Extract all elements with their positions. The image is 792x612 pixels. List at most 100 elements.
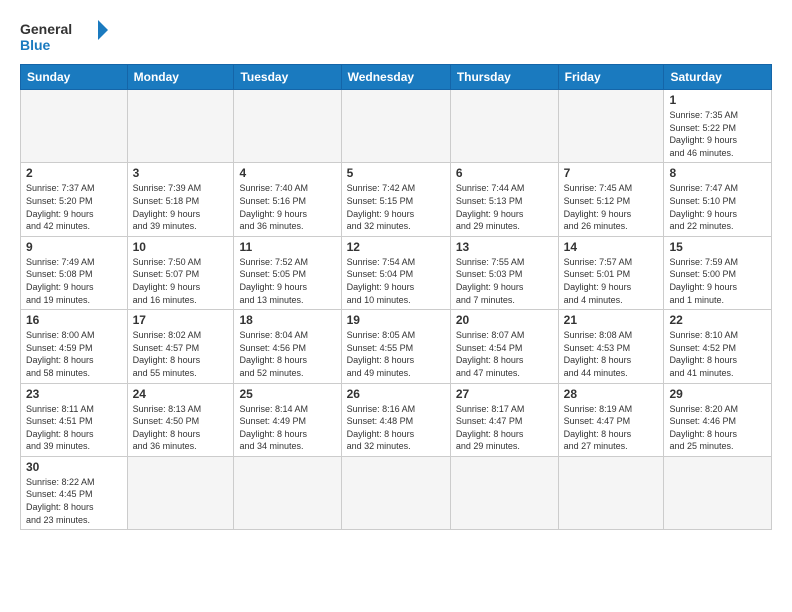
calendar-cell <box>664 456 772 529</box>
day-number: 25 <box>239 387 335 401</box>
calendar-cell: 13Sunrise: 7:55 AM Sunset: 5:03 PM Dayli… <box>450 236 558 309</box>
calendar-cell <box>558 456 664 529</box>
col-header-sunday: Sunday <box>21 65 128 90</box>
svg-text:General: General <box>20 21 72 37</box>
calendar-cell: 8 Sunrise: 7:47 AM Sunset: 5:10 PM Daylig… <box>664 163 772 236</box>
day-info: Sunrise: 8:16 AM Sunset: 4:48 PM Dayligh… <box>347 403 445 453</box>
calendar-cell <box>127 90 234 163</box>
calendar-cell: 9 Sunrise: 7:49 AM Sunset: 5:08 PM Daylig… <box>21 236 128 309</box>
day-info: Sunrise: 8:07 AM Sunset: 4:54 PM Dayligh… <box>456 329 553 379</box>
day-number: 13 <box>456 240 553 254</box>
day-info: Sunrise: 7:50 AM Sunset: 5:07 PM Dayligh… <box>133 256 229 306</box>
day-info: Sunrise: 7:35 AM Sunset: 5:22 PM Dayligh… <box>669 109 766 159</box>
calendar-cell <box>558 90 664 163</box>
day-number: 6 <box>456 166 553 180</box>
calendar-cell <box>341 90 450 163</box>
day-number: 2 <box>26 166 122 180</box>
day-info: Sunrise: 7:59 AM Sunset: 5:00 PM Dayligh… <box>669 256 766 306</box>
day-info: Sunrise: 7:45 AM Sunset: 5:12 PM Dayligh… <box>564 182 659 232</box>
calendar-cell: 22 Sunrise: 8:10 AM Sunset: 4:52 PM Dayli… <box>664 310 772 383</box>
calendar-cell: 4Sunrise: 7:40 AM Sunset: 5:16 PM Daylig… <box>234 163 341 236</box>
col-header-friday: Friday <box>558 65 664 90</box>
calendar-cell: 25 Sunrise: 8:14 AM Sunset: 4:49 PM Dayli… <box>234 383 341 456</box>
day-number: 12 <box>347 240 445 254</box>
day-number: 10 <box>133 240 229 254</box>
calendar-cell: 28Sunrise: 8:19 AM Sunset: 4:47 PM Dayli… <box>558 383 664 456</box>
logo-svg: General Blue <box>20 16 110 56</box>
day-number: 11 <box>239 240 335 254</box>
day-number: 7 <box>564 166 659 180</box>
day-info: Sunrise: 8:02 AM Sunset: 4:57 PM Dayligh… <box>133 329 229 379</box>
day-info: Sunrise: 7:54 AM Sunset: 5:04 PM Dayligh… <box>347 256 445 306</box>
col-header-tuesday: Tuesday <box>234 65 341 90</box>
col-header-wednesday: Wednesday <box>341 65 450 90</box>
calendar-cell: 16 Sunrise: 8:00 AM Sunset: 4:59 PM Dayli… <box>21 310 128 383</box>
col-header-saturday: Saturday <box>664 65 772 90</box>
calendar-cell <box>234 456 341 529</box>
svg-text:Blue: Blue <box>20 37 51 53</box>
day-number: 3 <box>133 166 229 180</box>
calendar-cell: 10 Sunrise: 7:50 AM Sunset: 5:07 PM Dayli… <box>127 236 234 309</box>
day-number: 8 <box>669 166 766 180</box>
calendar-cell: 23Sunrise: 8:11 AM Sunset: 4:51 PM Dayli… <box>21 383 128 456</box>
calendar-cell <box>21 90 128 163</box>
calendar-cell: 14 Sunrise: 7:57 AM Sunset: 5:01 PM Dayli… <box>558 236 664 309</box>
calendar-cell: 3Sunrise: 7:39 AM Sunset: 5:18 PM Daylig… <box>127 163 234 236</box>
day-info: Sunrise: 8:05 AM Sunset: 4:55 PM Dayligh… <box>347 329 445 379</box>
calendar-cell: 20 Sunrise: 8:07 AM Sunset: 4:54 PM Dayli… <box>450 310 558 383</box>
day-number: 21 <box>564 313 659 327</box>
calendar-cell: 6 Sunrise: 7:44 AM Sunset: 5:13 PM Daylig… <box>450 163 558 236</box>
day-number: 24 <box>133 387 229 401</box>
calendar-cell: 27Sunrise: 8:17 AM Sunset: 4:47 PM Dayli… <box>450 383 558 456</box>
day-info: Sunrise: 7:44 AM Sunset: 5:13 PM Dayligh… <box>456 182 553 232</box>
day-info: Sunrise: 8:08 AM Sunset: 4:53 PM Dayligh… <box>564 329 659 379</box>
calendar-cell: 11Sunrise: 7:52 AM Sunset: 5:05 PM Dayli… <box>234 236 341 309</box>
calendar-cell <box>234 90 341 163</box>
day-info: Sunrise: 8:14 AM Sunset: 4:49 PM Dayligh… <box>239 403 335 453</box>
day-number: 1 <box>669 93 766 107</box>
day-number: 9 <box>26 240 122 254</box>
day-number: 28 <box>564 387 659 401</box>
calendar-cell: 21 Sunrise: 8:08 AM Sunset: 4:53 PM Dayli… <box>558 310 664 383</box>
week-row-2: 9 Sunrise: 7:49 AM Sunset: 5:08 PM Daylig… <box>21 236 772 309</box>
calendar-header-row: SundayMondayTuesdayWednesdayThursdayFrid… <box>21 65 772 90</box>
week-row-5: 30 Sunrise: 8:22 AM Sunset: 4:45 PM Dayli… <box>21 456 772 529</box>
day-number: 14 <box>564 240 659 254</box>
calendar-cell: 15Sunrise: 7:59 AM Sunset: 5:00 PM Dayli… <box>664 236 772 309</box>
calendar-cell: 29Sunrise: 8:20 AM Sunset: 4:46 PM Dayli… <box>664 383 772 456</box>
week-row-4: 23Sunrise: 8:11 AM Sunset: 4:51 PM Dayli… <box>21 383 772 456</box>
calendar-cell <box>127 456 234 529</box>
day-info: Sunrise: 7:47 AM Sunset: 5:10 PM Dayligh… <box>669 182 766 232</box>
day-info: Sunrise: 7:42 AM Sunset: 5:15 PM Dayligh… <box>347 182 445 232</box>
day-info: Sunrise: 7:37 AM Sunset: 5:20 PM Dayligh… <box>26 182 122 232</box>
calendar-cell: 18Sunrise: 8:04 AM Sunset: 4:56 PM Dayli… <box>234 310 341 383</box>
calendar-cell: 5Sunrise: 7:42 AM Sunset: 5:15 PM Daylig… <box>341 163 450 236</box>
col-header-monday: Monday <box>127 65 234 90</box>
day-info: Sunrise: 7:57 AM Sunset: 5:01 PM Dayligh… <box>564 256 659 306</box>
day-info: Sunrise: 8:10 AM Sunset: 4:52 PM Dayligh… <box>669 329 766 379</box>
day-info: Sunrise: 8:22 AM Sunset: 4:45 PM Dayligh… <box>26 476 122 526</box>
calendar-cell: 12 Sunrise: 7:54 AM Sunset: 5:04 PM Dayli… <box>341 236 450 309</box>
day-number: 29 <box>669 387 766 401</box>
calendar-cell: 26 Sunrise: 8:16 AM Sunset: 4:48 PM Dayli… <box>341 383 450 456</box>
day-info: Sunrise: 7:49 AM Sunset: 5:08 PM Dayligh… <box>26 256 122 306</box>
day-info: Sunrise: 8:00 AM Sunset: 4:59 PM Dayligh… <box>26 329 122 379</box>
calendar-cell: 2 Sunrise: 7:37 AM Sunset: 5:20 PM Daylig… <box>21 163 128 236</box>
day-info: Sunrise: 8:13 AM Sunset: 4:50 PM Dayligh… <box>133 403 229 453</box>
day-number: 17 <box>133 313 229 327</box>
week-row-3: 16 Sunrise: 8:00 AM Sunset: 4:59 PM Dayli… <box>21 310 772 383</box>
day-number: 16 <box>26 313 122 327</box>
calendar: SundayMondayTuesdayWednesdayThursdayFrid… <box>20 64 772 530</box>
day-info: Sunrise: 8:11 AM Sunset: 4:51 PM Dayligh… <box>26 403 122 453</box>
calendar-cell: 17 Sunrise: 8:02 AM Sunset: 4:57 PM Dayli… <box>127 310 234 383</box>
col-header-thursday: Thursday <box>450 65 558 90</box>
day-number: 26 <box>347 387 445 401</box>
day-number: 30 <box>26 460 122 474</box>
logo: General Blue <box>20 16 110 56</box>
day-info: Sunrise: 8:04 AM Sunset: 4:56 PM Dayligh… <box>239 329 335 379</box>
day-number: 22 <box>669 313 766 327</box>
day-info: Sunrise: 7:40 AM Sunset: 5:16 PM Dayligh… <box>239 182 335 232</box>
calendar-cell <box>450 90 558 163</box>
day-number: 20 <box>456 313 553 327</box>
day-info: Sunrise: 8:17 AM Sunset: 4:47 PM Dayligh… <box>456 403 553 453</box>
